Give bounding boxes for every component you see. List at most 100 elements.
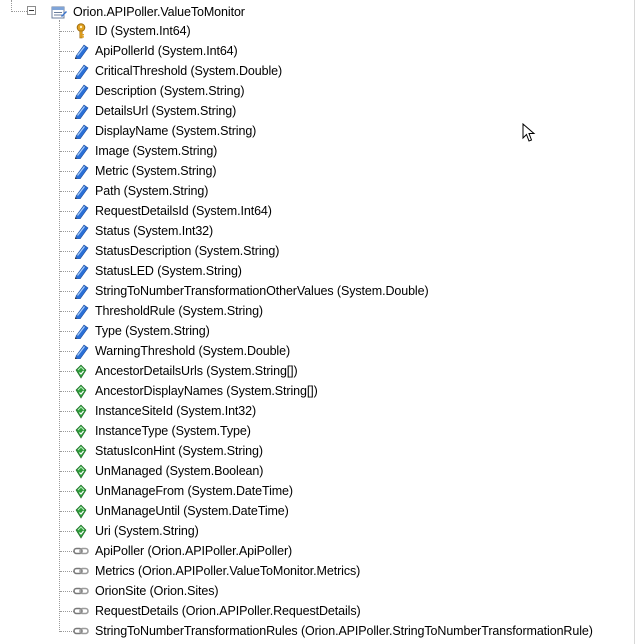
tree-connector-branch [60,511,74,512]
tree-node-inherited[interactable]: AncestorDisplayNames (System.String[]) [73,381,318,401]
tree-pane-edge [634,0,635,644]
property-icon [73,343,89,360]
tree-node-link[interactable]: ApiPoller (Orion.APIPoller.ApiPoller) [73,541,292,561]
tree-connector-branch [60,71,74,72]
tree-node-property[interactable]: Path (System.String) [73,181,208,201]
tree-connector-branch [60,91,74,92]
tree-node-property[interactable]: Type (System.String) [73,321,210,341]
property-icon [73,163,89,180]
key-icon [73,23,89,39]
tree-node-label: ApiPollerId (System.Int64) [95,44,238,58]
tree-node-label: CriticalThreshold (System.Double) [95,64,283,78]
inherited-property-icon [73,463,89,479]
tree-connector-branch [60,431,74,432]
tree-node-label: UnManageUntil (System.DateTime) [95,504,289,518]
tree-node-property[interactable]: RequestDetailsId (System.Int64) [73,201,272,221]
tree-node-label: UnManaged (System.Boolean) [95,464,264,478]
tree-connector-branch [60,331,74,332]
tree-root-node[interactable]: Orion.APIPoller.ValueToMonitor [51,2,245,22]
tree-node-label: Metric (System.String) [95,164,217,178]
tree-node-label: RequestDetails (Orion.APIPoller.RequestD… [95,604,361,618]
tree-node-label: Metrics (Orion.APIPoller.ValueToMonitor.… [95,564,361,578]
tree-connector-branch [60,251,74,252]
tree-node-property[interactable]: Description (System.String) [73,81,245,101]
tree-node-key[interactable]: ID (System.Int64) [73,21,191,41]
tree-connector-branch [60,571,74,572]
schema-tree: Orion.APIPoller.ValueToMonitor ID (Syste… [0,0,644,644]
tree-connector-branch [60,51,74,52]
property-icon [73,223,89,240]
entity-table-icon [51,4,67,20]
collapse-toggle[interactable] [27,6,36,15]
tree-connector-branch [60,311,74,312]
tree-node-property[interactable]: StatusDescription (System.String) [73,241,279,261]
tree-node-inherited[interactable]: Uri (System.String) [73,521,199,541]
tree-node-property[interactable]: Metric (System.String) [73,161,217,181]
tree-node-property[interactable]: Status (System.Int32) [73,221,213,241]
tree-node-property[interactable]: Image (System.String) [73,141,217,161]
tree-connector-branch [60,191,74,192]
inherited-property-icon [73,363,89,379]
tree-node-property[interactable]: ThresholdRule (System.String) [73,301,263,321]
tree-node-link[interactable]: StringToNumberTransformationRules (Orion… [73,621,593,641]
navigation-link-icon [73,603,89,619]
property-icon [73,63,89,80]
tree-connector-branch [60,291,74,292]
tree-node-label: StringToNumberTransformationRules (Orion… [95,624,593,638]
tree-connector-branch [60,371,74,372]
tree-node-property[interactable]: CriticalThreshold (System.Double) [73,61,282,81]
property-icon [73,263,89,280]
tree-node-property[interactable]: WarningThreshold (System.Double) [73,341,290,361]
navigation-link-icon [73,623,89,639]
tree-node-link[interactable]: OrionSite (Orion.Sites) [73,581,219,601]
inherited-property-icon [73,483,89,499]
tree-node-property[interactable]: StatusLED (System.String) [73,261,242,281]
tree-node-label: WarningThreshold (System.Double) [95,344,291,358]
tree-node-link[interactable]: RequestDetails (Orion.APIPoller.RequestD… [73,601,361,621]
tree-connector-branch [60,631,74,632]
tree-node-inherited[interactable]: UnManaged (System.Boolean) [73,461,263,481]
tree-node-property[interactable]: ApiPollerId (System.Int64) [73,41,238,61]
tree-node-property[interactable]: DisplayName (System.String) [73,121,256,141]
tree-node-inherited[interactable]: AncestorDetailsUrls (System.String[]) [73,361,298,381]
tree-node-property[interactable]: StringToNumberTransformationOtherValues … [73,281,429,301]
inherited-property-icon [73,503,89,519]
tree-node-link[interactable]: Metrics (Orion.APIPoller.ValueToMonitor.… [73,561,360,581]
inherited-property-icon [73,423,89,439]
tree-node-label: InstanceType (System.Type) [95,424,251,438]
property-icon [73,43,89,60]
tree-node-label: DisplayName (System.String) [95,124,257,138]
tree-node-inherited[interactable]: UnManageUntil (System.DateTime) [73,501,289,521]
tree-connector-branch [60,131,74,132]
tree-node-inherited[interactable]: InstanceType (System.Type) [73,421,251,441]
tree-connector-branch [60,151,74,152]
property-icon [73,123,89,140]
tree-connector-branch [60,531,74,532]
tree-node-label: RequestDetailsId (System.Int64) [95,204,272,218]
property-icon [73,83,89,100]
tree-node-property[interactable]: DetailsUrl (System.String) [73,101,236,121]
tree-node-inherited[interactable]: StatusIconHint (System.String) [73,441,263,461]
tree-node-label: Path (System.String) [95,184,209,198]
tree-connector-branch [60,391,74,392]
mouse-cursor-icon [522,123,536,142]
property-icon [73,183,89,200]
property-icon [73,103,89,120]
tree-connector-branch [60,411,74,412]
tree-node-label: UnManageFrom (System.DateTime) [95,484,293,498]
property-icon [73,203,89,220]
property-icon [73,243,89,260]
tree-connector-branch [60,31,74,32]
tree-connector-branch [60,111,74,112]
tree-node-label: StringToNumberTransformationOtherValues … [95,284,429,298]
tree-node-inherited[interactable]: InstanceSiteId (System.Int32) [73,401,256,421]
tree-connector-branch [60,351,74,352]
navigation-link-icon [73,583,89,599]
property-icon [73,143,89,160]
tree-node-inherited[interactable]: UnManageFrom (System.DateTime) [73,481,293,501]
tree-node-label: DetailsUrl (System.String) [95,104,237,118]
tree-connector-branch [60,491,74,492]
inherited-property-icon [73,403,89,419]
inherited-property-icon [73,383,89,399]
inherited-property-icon [73,523,89,539]
